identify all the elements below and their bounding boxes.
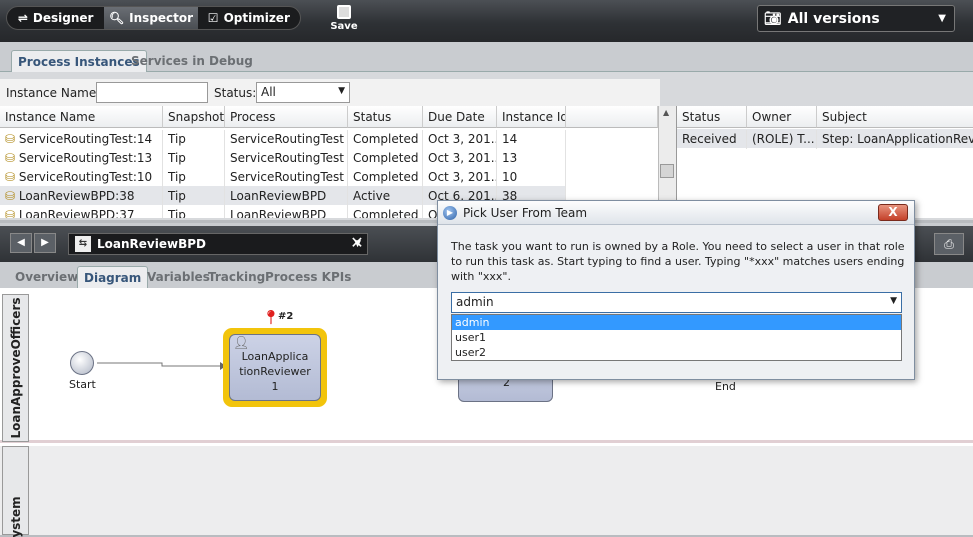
column-header[interactable]: Snapshot — [163, 106, 225, 128]
column-header[interactable]: Owner — [747, 106, 817, 128]
close-icon[interactable]: ✕ — [346, 233, 368, 255]
column-header-empty — [566, 106, 658, 128]
dialog-message: The task you want to run is owned by a R… — [451, 240, 905, 283]
due-date-cell: Oct 3, 201... — [423, 168, 497, 187]
process-icon: ⇆ — [75, 236, 91, 252]
instance-id-cell: 13 — [497, 149, 566, 168]
instance-icon: ⛁ — [5, 208, 19, 218]
instance-id-cell: 10 — [497, 168, 566, 187]
close-button[interactable]: X — [878, 204, 908, 221]
snapshot-cell: Tip — [163, 206, 225, 218]
task-subject-cell: Step: LoanApplicationReview — [817, 130, 973, 149]
chevron-down-icon: ▼ — [938, 13, 946, 24]
magnifier-icon: 🔍︎ — [108, 11, 125, 25]
instance-id-cell: 14 — [497, 130, 566, 149]
process-cell: ServiceRoutingTest — [225, 149, 348, 168]
instance-name-cell: ⛁ ServiceRoutingTest:10 — [0, 168, 163, 187]
tab-overview[interactable]: Overview — [9, 266, 84, 288]
task-status-cell: Received — [677, 130, 747, 149]
marker-label: #2 — [278, 311, 294, 322]
chevron-down-icon[interactable]: ▼ — [890, 296, 897, 306]
camera-icon: 📷︎ — [764, 10, 782, 27]
save-icon — [337, 5, 351, 19]
column-header[interactable]: Process — [225, 106, 348, 128]
status-cell: Completed — [348, 130, 423, 149]
status-select[interactable]: All ▼ — [256, 82, 350, 103]
snapshot-cell: Tip — [163, 187, 225, 206]
save-button[interactable]: Save — [330, 5, 358, 32]
column-header[interactable]: Instance Name — [0, 106, 163, 128]
user-option-user1[interactable]: user1 — [452, 330, 901, 345]
snapshot-cell: Tip — [163, 168, 225, 187]
inspector-mode-button[interactable]: 🔍︎ Inspector — [104, 7, 198, 29]
sequence-flow — [97, 362, 226, 370]
optimizer-mode-button[interactable]: ☑ Optimizer — [198, 7, 300, 29]
process-cell: ServiceRoutingTest — [225, 168, 348, 187]
status-cell: Completed — [348, 206, 423, 218]
instance-name-cell: ⛁ LoanReviewBPD:37 — [0, 206, 163, 218]
dialog-title-bar: ▶ Pick User From Team — [438, 201, 914, 225]
process-selector[interactable]: ⇆ LoanReviewBPD ▼ — [68, 233, 368, 255]
instance-name-cell: ⛁ ServiceRoutingTest:14 — [0, 130, 163, 149]
instance-icon: ⛁ — [5, 151, 19, 165]
due-date-cell: Oct 3, 201... — [423, 130, 497, 149]
chart-icon: ☑ — [207, 11, 219, 25]
instance-icon: ⛁ — [5, 189, 19, 203]
scroll-up-icon[interactable]: ▲ — [663, 108, 669, 117]
status-cell: Completed — [348, 168, 423, 187]
pick-user-dialog: ▶ Pick User From Team X The task you wan… — [437, 200, 915, 380]
tab-process-kpis[interactable]: Process KPIs — [259, 266, 357, 288]
column-header[interactable]: Due Date — [423, 106, 497, 128]
tab-diagram[interactable]: Diagram — [77, 266, 149, 288]
column-header[interactable]: Status — [348, 106, 423, 128]
user-option-user2[interactable]: user2 — [452, 345, 901, 360]
version-selector[interactable]: 📷︎ All versions ▼ — [757, 5, 955, 32]
process-cell: ServiceRoutingTest — [225, 130, 348, 149]
due-date-cell: Oct 3, 201... — [423, 149, 497, 168]
instance-icon: ⛁ — [5, 170, 19, 184]
instance-name-input[interactable] — [96, 82, 208, 103]
export-icon[interactable]: ⎙ — [934, 233, 964, 255]
dialog-app-icon: ▶ — [443, 205, 457, 220]
designer-mode-button[interactable]: ⇌ Designer — [7, 7, 104, 29]
column-header[interactable]: Instance Id — [497, 106, 566, 128]
process-cell: LoanReviewBPD — [225, 187, 348, 206]
instance-name-cell: ⛁ LoanReviewBPD:38 — [0, 187, 163, 206]
scroll-thumb[interactable] — [660, 164, 674, 178]
mode-switcher: ⇌ Designer 🔍︎ Inspector ☑ Optimizer — [6, 6, 301, 30]
user-dropdown-list: admin user1 user2 — [451, 314, 902, 361]
snapshot-cell: Tip — [163, 130, 225, 149]
process-cell: LoanReviewBPD — [225, 206, 348, 218]
user-option-admin[interactable]: admin — [452, 315, 901, 330]
tab-services-in-debug[interactable]: Services in Debug — [125, 50, 259, 72]
filter-row: Instance Name: Status: All ▼ — [0, 79, 660, 106]
end-label: End — [715, 380, 736, 393]
lane-header: ystem — [2, 446, 29, 537]
status-cell: Active — [348, 187, 423, 206]
start-event[interactable] — [70, 351, 94, 375]
dialog-title: Pick User From Team — [463, 205, 588, 220]
task-node-highlight: 👤︎ LoanApplica tionReviewer 1 — [223, 328, 327, 407]
back-arrow-icon[interactable]: ◀ — [10, 233, 32, 253]
instance-icon: ⛁ — [5, 132, 19, 146]
status-cell: Completed — [348, 149, 423, 168]
lane-header: LoanApproveOfficers — [2, 294, 29, 442]
chevron-down-icon: ▼ — [338, 86, 345, 96]
column-header[interactable]: Subject — [817, 106, 973, 128]
instance-name-label: Instance Name: — [6, 86, 101, 100]
task-node[interactable]: 👤︎ LoanApplica tionReviewer 1 — [229, 334, 321, 401]
designer-icon: ⇌ — [17, 11, 28, 25]
column-header[interactable]: Status — [677, 106, 747, 128]
task-owner-cell: (ROLE) T... — [747, 130, 817, 149]
forward-arrow-icon[interactable]: ▶ — [34, 233, 56, 253]
snapshot-cell: Tip — [163, 149, 225, 168]
lane-area — [0, 446, 973, 535]
status-label: Status: — [214, 86, 257, 100]
user-combobox[interactable]: admin ▼ — [451, 292, 902, 313]
start-label: Start — [69, 378, 96, 391]
instance-name-cell: ⛁ ServiceRoutingTest:13 — [0, 149, 163, 168]
